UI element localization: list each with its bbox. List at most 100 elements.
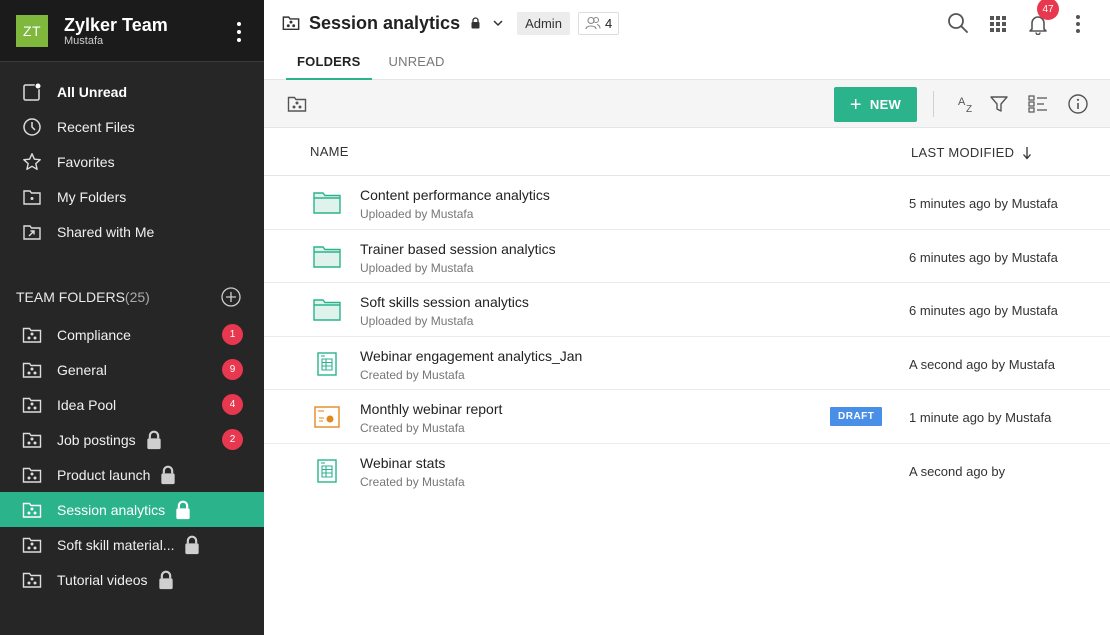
- search-icon[interactable]: [947, 12, 969, 34]
- new-button-label: NEW: [869, 97, 902, 112]
- column-last-modified-label: LAST MODIFIED: [911, 145, 1015, 160]
- team-folder-item[interactable]: Idea Pool 4: [0, 387, 264, 422]
- nav-label: My Folders: [57, 188, 127, 205]
- unread-count-badge: 2: [222, 429, 243, 450]
- list-header: NAME LAST MODIFIED: [264, 128, 1110, 176]
- team-folder-icon: [22, 362, 42, 378]
- main-content: Session analytics Admin 4 47 FOLDERS UNR…: [264, 0, 1110, 635]
- file-last-modified: A second ago by: [909, 463, 1006, 479]
- toolbar-divider: [933, 91, 934, 117]
- file-last-modified: 1 minute ago by Mustafa: [909, 410, 1052, 426]
- file-row[interactable]: Trainer based session analytics Uploaded …: [264, 230, 1110, 284]
- team-folder-label: Session analytics: [57, 501, 166, 518]
- list-view-icon[interactable]: [1027, 93, 1049, 115]
- nav-recent-files[interactable]: Recent Files: [0, 109, 264, 144]
- file-row[interactable]: Webinar stats Created by Mustafa A second …: [264, 444, 1110, 498]
- members-icon: [585, 16, 601, 30]
- page-title: Session analytics: [309, 12, 461, 33]
- team-folder-label: Compliance: [57, 326, 131, 343]
- team-folder-label: Idea Pool: [57, 396, 117, 413]
- file-name[interactable]: Webinar stats: [360, 455, 445, 471]
- team-avatar: ZT: [16, 14, 48, 47]
- team-folder-icon: [22, 467, 42, 483]
- team-folder-item[interactable]: Compliance 1: [0, 317, 264, 352]
- team-folder-item[interactable]: Product launch: [0, 457, 264, 492]
- file-uploader: Created by Mustafa: [360, 474, 465, 489]
- team-folder-icon: [22, 432, 42, 448]
- nav-my-folders[interactable]: My Folders: [0, 179, 264, 214]
- team-folder-item[interactable]: Soft skill material...: [0, 527, 264, 562]
- column-last-modified[interactable]: LAST MODIFIED: [911, 145, 1032, 160]
- more-options-icon[interactable]: [1076, 15, 1080, 33]
- team-folder-icon: [22, 327, 42, 343]
- nav-label: Favorites: [57, 153, 115, 170]
- team-folder-item[interactable]: General 9: [0, 352, 264, 387]
- plus-icon: +: [849, 93, 862, 116]
- file-last-modified: A second ago by Mustafa: [909, 356, 1055, 372]
- file-row[interactable]: Content performance analytics Uploaded by…: [264, 176, 1110, 230]
- file-name[interactable]: Soft skills session analytics: [360, 294, 529, 310]
- role-badge: Admin: [517, 11, 570, 35]
- presentation-icon: [314, 406, 340, 429]
- team-folder-icon: [282, 16, 300, 31]
- lock-icon: [161, 465, 176, 484]
- file-row[interactable]: Monthly webinar report Created by Mustafa…: [264, 390, 1110, 444]
- file-name[interactable]: Content performance analytics: [360, 187, 550, 203]
- column-name[interactable]: NAME: [310, 144, 349, 159]
- file-last-modified: 6 minutes ago by Mustafa: [909, 303, 1058, 319]
- nav-shared-with-me[interactable]: Shared with Me: [0, 214, 264, 249]
- members-count: 4: [604, 15, 613, 31]
- sort-az-icon[interactable]: AZ: [956, 93, 978, 115]
- team-folder-icon: [22, 537, 42, 553]
- team-menu-icon[interactable]: [236, 22, 242, 42]
- svg-text:A: A: [958, 96, 966, 108]
- team-folder-label: Tutorial videos: [57, 571, 148, 588]
- lock-icon: [146, 430, 161, 449]
- team-folder-item[interactable]: Tutorial videos: [0, 562, 264, 597]
- members-button[interactable]: 4: [577, 11, 620, 35]
- svg-text:Z: Z: [966, 104, 972, 115]
- team-folder-item[interactable]: Job postings 2: [0, 422, 264, 457]
- file-name[interactable]: Webinar engagement analytics_Jan: [360, 348, 582, 364]
- lock-icon: [185, 535, 200, 554]
- team-folders-header: TEAM FOLDERS (25): [0, 283, 264, 311]
- notifications-button[interactable]: 47: [1027, 0, 1059, 36]
- file-row[interactable]: Soft skills session analytics Uploaded by…: [264, 283, 1110, 337]
- file-list: Content performance analytics Uploaded by…: [264, 176, 1110, 498]
- lock-icon: [176, 500, 190, 519]
- sidebar: ZT Zylker Team Mustafa All Unread Recent…: [0, 0, 264, 635]
- tab-bar: FOLDERS UNREAD: [264, 46, 1110, 80]
- apps-grid-icon[interactable]: [987, 13, 1009, 35]
- team-header[interactable]: ZT Zylker Team Mustafa: [0, 0, 264, 62]
- nav-label: Shared with Me: [57, 223, 155, 240]
- team-name: Zylker Team: [64, 14, 168, 35]
- team-folder-icon: [22, 572, 42, 588]
- nav-all-unread[interactable]: All Unread: [0, 74, 264, 109]
- star-icon: [23, 152, 41, 170]
- all-unread-icon: [23, 82, 42, 101]
- spreadsheet-icon: [317, 352, 337, 376]
- team-folders-count: (25): [124, 289, 150, 305]
- file-name[interactable]: Monthly webinar report: [360, 401, 502, 417]
- team-user: Mustafa: [64, 34, 104, 47]
- chevron-down-icon[interactable]: [493, 19, 503, 27]
- file-row[interactable]: Webinar engagement analytics_Jan Created …: [264, 337, 1110, 391]
- team-folder-label: Soft skill material...: [57, 536, 175, 553]
- info-icon[interactable]: [1067, 93, 1089, 115]
- unread-count-badge: 9: [222, 359, 243, 380]
- file-last-modified: 6 minutes ago by Mustafa: [909, 249, 1058, 265]
- file-last-modified: 5 minutes ago by Mustafa: [909, 196, 1058, 211]
- team-folder-info-icon[interactable]: [287, 94, 307, 114]
- notification-count-badge: 47: [1037, 0, 1059, 20]
- file-uploader: Uploaded by Mustafa: [360, 314, 474, 329]
- new-button[interactable]: + NEW: [834, 87, 917, 122]
- team-folder-icon: [22, 502, 42, 518]
- file-name[interactable]: Trainer based session analytics: [360, 241, 556, 257]
- tab-unread[interactable]: UNREAD: [378, 46, 456, 79]
- file-uploader: Uploaded by Mustafa: [360, 207, 474, 221]
- tab-folders[interactable]: FOLDERS: [286, 46, 372, 80]
- team-folder-item[interactable]: Session analytics: [0, 492, 264, 527]
- add-team-folder-icon[interactable]: [221, 287, 241, 307]
- filter-icon[interactable]: [988, 93, 1010, 115]
- nav-favorites[interactable]: Favorites: [0, 144, 264, 179]
